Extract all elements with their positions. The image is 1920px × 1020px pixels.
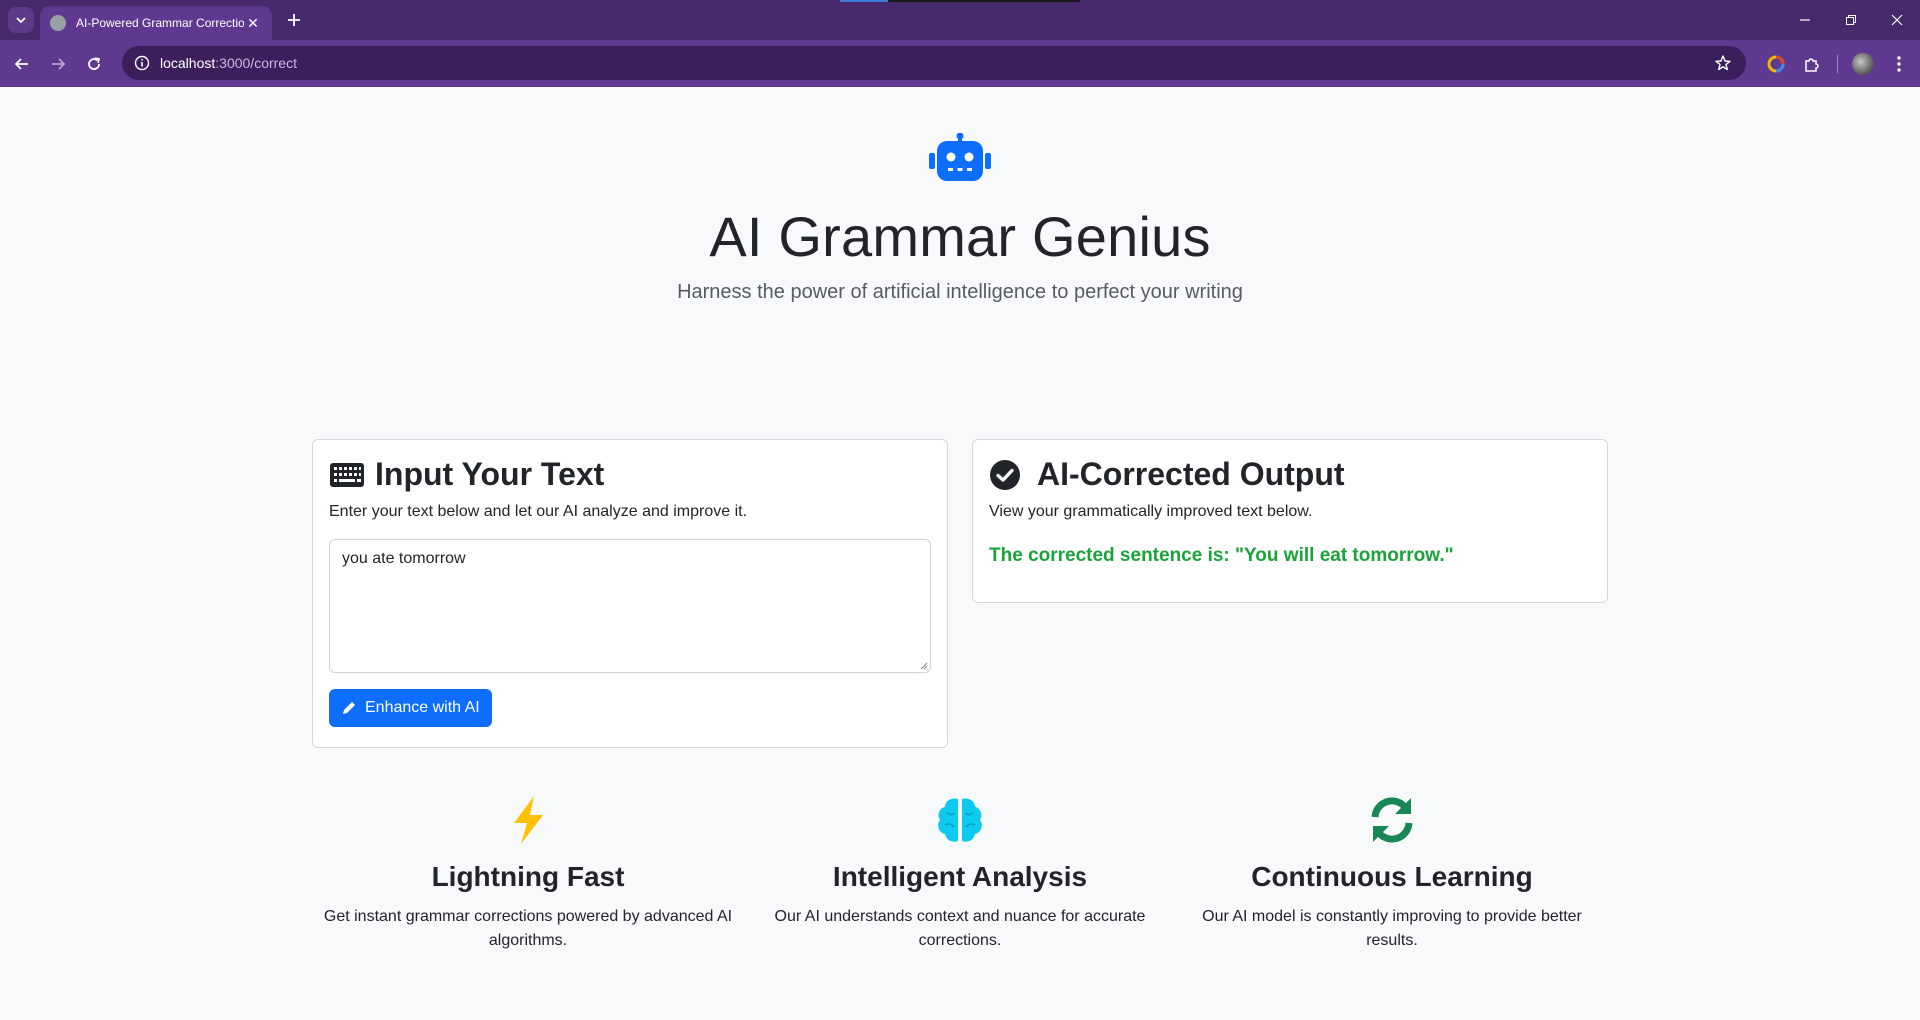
output-card-heading: AI-Corrected Output [989, 456, 1591, 493]
keyboard-icon [329, 462, 365, 488]
site-info-icon[interactable] [134, 55, 150, 71]
page-title: AI Grammar Genius [709, 205, 1211, 268]
pencil-icon [341, 700, 357, 716]
minimize-button[interactable] [1782, 0, 1828, 40]
feature-title: Lightning Fast [431, 861, 625, 892]
brain-icon [744, 793, 1176, 847]
forward-button[interactable] [40, 46, 76, 82]
resize-handle-icon[interactable] [918, 660, 928, 670]
feature-continuous-learning: Continuous Learning Our AI model is cons… [1176, 793, 1608, 953]
restore-icon [1846, 15, 1856, 25]
plus-icon [288, 14, 300, 26]
tab-strip-indicator [840, 0, 888, 2]
input-card: Input Your Text Enter your text below an… [312, 439, 948, 748]
features-row: Lightning Fast Get instant grammar corre… [312, 793, 1608, 953]
back-button[interactable] [4, 46, 40, 82]
enhance-button-label: Enhance with AI [365, 699, 480, 716]
lightning-icon [312, 793, 744, 847]
hero-section: AI Grammar Genius Harness the power of a… [0, 87, 1920, 304]
profile-avatar[interactable] [1852, 52, 1874, 75]
browser-toolbar: localhost:3000/correct [0, 40, 1920, 87]
toolbar-separator [1837, 54, 1838, 73]
page-content: AI Grammar Genius Harness the power of a… [0, 87, 1920, 1020]
tab-strip-indicator-dark [888, 0, 1080, 2]
text-input-area[interactable]: you ate tomorrow [329, 539, 931, 673]
page-subtitle: Harness the power of artificial intellig… [677, 281, 1243, 303]
feature-title: Continuous Learning [1251, 861, 1533, 892]
close-icon [1891, 14, 1903, 26]
url-text: localhost:3000/correct [160, 55, 297, 71]
url-host: localhost [160, 55, 216, 71]
new-tab-button[interactable] [283, 9, 305, 31]
restore-button[interactable] [1828, 0, 1874, 40]
output-card: AI-Corrected Output View your grammatica… [972, 439, 1608, 603]
feature-description: Our AI model is constantly improving to … [1202, 908, 1582, 949]
address-bar[interactable]: localhost:3000/correct [122, 46, 1746, 80]
feature-description: Get instant grammar corrections powered … [323, 908, 733, 949]
output-card-title: AI-Corrected Output [1037, 456, 1345, 492]
corrected-result-text: The corrected sentence is: "You will eat… [989, 545, 1454, 566]
color-extension-icon[interactable] [1765, 53, 1787, 75]
extensions-puzzle-icon[interactable] [1801, 53, 1823, 75]
browser-tab-active[interactable]: AI-Powered Grammar Correction ✕ [40, 6, 272, 40]
more-menu-icon[interactable] [1888, 53, 1910, 75]
robot-icon [929, 133, 991, 181]
url-path: :3000/correct [215, 55, 297, 71]
chevron-down-icon [16, 17, 26, 24]
enhance-button[interactable]: Enhance with AI [329, 689, 492, 727]
arrow-right-icon [52, 57, 66, 70]
sync-icon [1176, 793, 1608, 847]
feature-title: Intelligent Analysis [832, 861, 1088, 892]
reload-icon [88, 56, 100, 70]
browser-tab-bar: AI-Powered Grammar Correction ✕ [0, 0, 1920, 40]
minimize-icon [1800, 19, 1810, 21]
text-input-value: you ate tomorrow [342, 550, 466, 567]
tab-search-button[interactable] [8, 7, 34, 33]
output-card-description: View your grammatically improved text be… [989, 503, 1313, 520]
globe-icon [50, 15, 66, 31]
tab-close-icon[interactable]: ✕ [244, 15, 262, 32]
tab-title: AI-Powered Grammar Correction [76, 16, 244, 30]
arrow-left-icon [14, 57, 28, 70]
check-circle-icon [989, 459, 1021, 491]
cards-row: Input Your Text Enter your text below an… [312, 439, 1608, 751]
bookmark-star-icon[interactable] [1714, 54, 1732, 77]
input-card-description: Enter your text below and let our AI ana… [329, 503, 748, 520]
reload-button[interactable] [76, 46, 112, 82]
feature-description: Our AI understands context and nuance fo… [774, 908, 1146, 949]
close-window-button[interactable] [1874, 0, 1920, 40]
feature-intelligent-analysis: Intelligent Analysis Our AI understands … [744, 793, 1176, 953]
feature-lightning-fast: Lightning Fast Get instant grammar corre… [312, 793, 744, 953]
input-card-title: Input Your Text [375, 456, 605, 492]
input-card-heading: Input Your Text [329, 456, 931, 493]
